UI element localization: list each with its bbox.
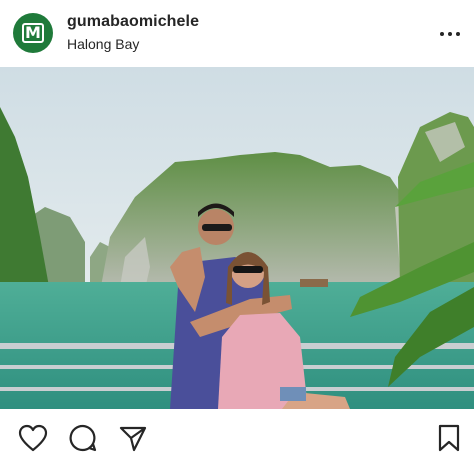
comment-icon[interactable] (68, 423, 98, 453)
share-icon[interactable] (118, 423, 148, 453)
bookmark-icon[interactable] (434, 423, 464, 453)
action-bar (0, 409, 474, 466)
location-link[interactable]: Halong Bay (67, 36, 139, 52)
heart-icon[interactable] (18, 423, 48, 453)
instagram-post: M gumabaomichele Halong Bay (0, 0, 474, 466)
username-link[interactable]: gumabaomichele (67, 13, 199, 31)
gumabao-logo-icon: M (22, 22, 44, 44)
more-options-icon[interactable] (440, 31, 460, 37)
post-header: M gumabaomichele Halong Bay (0, 0, 474, 66)
avatar[interactable]: M (13, 13, 53, 53)
post-photo[interactable] (0, 67, 474, 409)
